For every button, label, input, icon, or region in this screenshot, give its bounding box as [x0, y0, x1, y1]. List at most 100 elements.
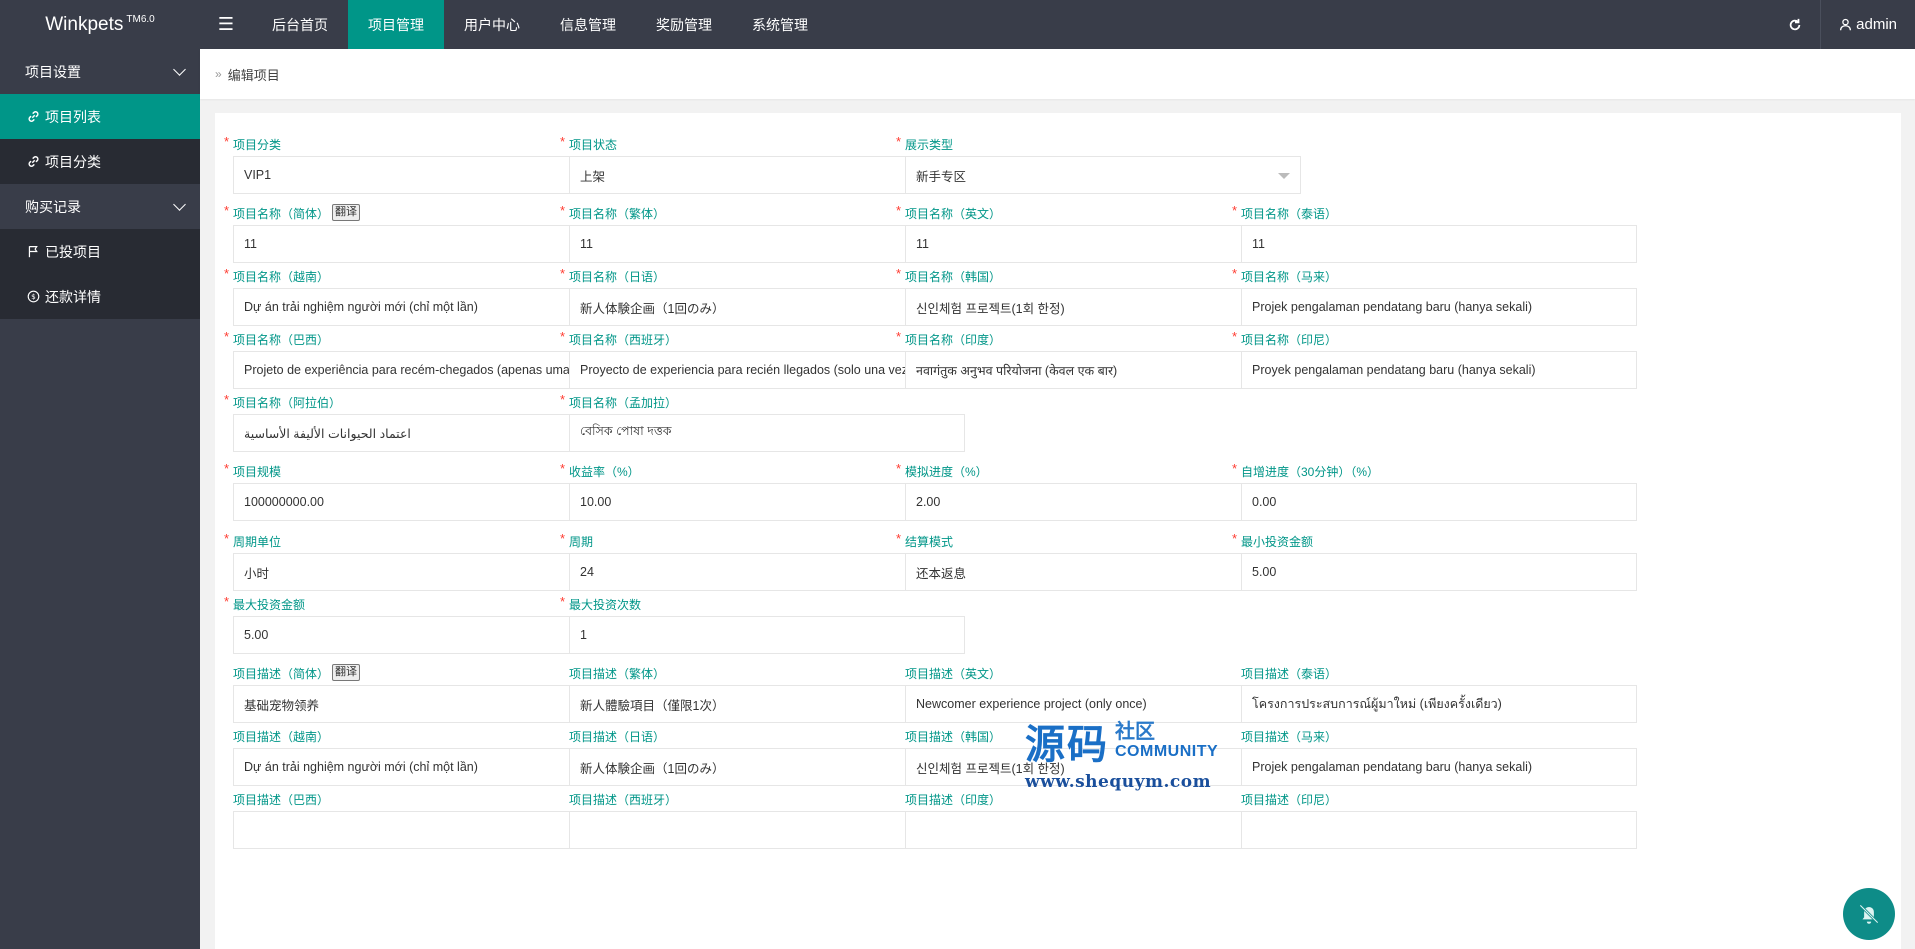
field-label-text: 项目规模: [233, 465, 282, 479]
input-value: 5.00: [1252, 565, 1277, 579]
sidebar-item-1-1[interactable]: $ 还款详情: [0, 274, 200, 319]
watermark-cn: 源码: [1025, 722, 1109, 768]
field-label-text: 项目名称（简体）: [233, 207, 330, 221]
field-label: 项目描述（泰语）: [1241, 665, 1637, 681]
field-label-text: 结算模式: [905, 535, 954, 549]
field-label-text: 周期单位: [233, 535, 282, 549]
text-input[interactable]: 1: [569, 616, 965, 654]
field-label: * 项目名称（泰语）: [1232, 203, 1637, 221]
required-marker: *: [896, 134, 902, 149]
field-label-text: 项目分类: [233, 138, 282, 152]
sidebar-item-0-0[interactable]: 项目列表: [0, 94, 200, 139]
app-logo[interactable]: Winkpets TM6.0: [0, 0, 200, 49]
top-header: Winkpets TM6.0 ☰ 后台首页 项目管理 用户中心 信息管理 奖励管理 系统管理…: [0, 0, 1915, 49]
field-label-text: 项目描述（印尼）: [1241, 793, 1338, 807]
top-nav-item-5[interactable]: 系统管理: [732, 0, 828, 49]
text-input[interactable]: [1241, 811, 1637, 849]
top-nav-item-0[interactable]: 后台首页: [252, 0, 348, 49]
text-input[interactable]: Projek pengalaman pendatang baru (hanya …: [1241, 288, 1637, 326]
text-input[interactable]: বেসিক পোষা দত্তক: [569, 414, 965, 452]
top-nav-item-2[interactable]: 用户中心: [444, 0, 540, 49]
required-marker: *: [560, 203, 566, 218]
field-label-text: 收益率（%）: [569, 465, 640, 479]
top-nav-item-4[interactable]: 奖励管理: [636, 0, 732, 49]
field-label-text: 最大投资次数: [569, 598, 642, 612]
translate-button[interactable]: 翻译: [332, 664, 361, 681]
form-field-30: 项目描述（泰语） โครงการประสบการณ์ผู้มาใหม่ (เพีย…: [1241, 665, 1637, 723]
form-field-24: * 最小投资金额 5.00: [1232, 531, 1637, 591]
input-value: Projek pengalaman pendatang baru (hanya …: [1252, 760, 1533, 774]
top-nav-item-3[interactable]: 信息管理: [540, 0, 636, 49]
user-menu[interactable]: admin: [1821, 0, 1915, 49]
field-label-text: 项目名称（泰语）: [1241, 207, 1338, 221]
field-label-text: 项目名称（日语）: [569, 270, 666, 284]
input-value: 新人體驗項目（僅限1次）: [580, 698, 725, 713]
input-value: Proyecto de experiencia para recién lleg…: [580, 363, 913, 377]
floating-action-button[interactable]: [1843, 888, 1895, 940]
watermark-community: COMMUNITY: [1115, 743, 1219, 760]
input-value: اعتماد الحيوانات الأليفة الأساسية: [244, 426, 411, 441]
field-label-text: 项目描述（日语）: [569, 730, 666, 744]
field-label-text: 最小投资金额: [1241, 535, 1314, 549]
required-marker: *: [560, 329, 566, 344]
refresh-button[interactable]: [1770, 0, 1820, 49]
input-value: नवागंतुक अनुभव परियोजना (केवल एक बार): [916, 363, 1118, 378]
field-label-text: 项目描述（简体）: [233, 667, 330, 681]
sidebar-item-0-1[interactable]: 项目分类: [0, 139, 200, 184]
field-label-text: 项目描述（西班牙）: [569, 793, 678, 807]
input-value: โครงการประสบการณ์ผู้มาใหม่ (เพียงครั้งเด…: [1252, 697, 1502, 711]
field-label-text: 项目描述（泰语）: [1241, 667, 1338, 681]
field-label-text: 最大投资金额: [233, 598, 306, 612]
select-value: 还本返息: [916, 566, 967, 581]
translate-button[interactable]: 翻译: [332, 204, 361, 221]
required-marker: *: [560, 134, 566, 149]
logo-text: Winkpets: [45, 13, 124, 35]
user-icon: [1840, 18, 1852, 31]
required-marker: *: [896, 461, 902, 476]
input-value: 10.00: [580, 495, 612, 509]
sidebar-group-0[interactable]: 项目设置: [0, 49, 200, 94]
sidebar-item-label: 项目分类: [45, 153, 101, 170]
logo-version: TM6.0: [126, 14, 155, 25]
required-marker: *: [1232, 531, 1238, 546]
sidebar-item-label: 已投项目: [45, 243, 101, 260]
field-label: * 项目名称（印尼）: [1232, 329, 1637, 347]
text-input[interactable]: 5.00: [1241, 553, 1637, 591]
select-field[interactable]: 新手专区: [905, 156, 1301, 194]
input-value: 新人体験企画（1回のみ）: [580, 761, 725, 776]
required-marker: *: [1232, 266, 1238, 281]
input-value: 11: [1252, 237, 1265, 251]
required-marker: *: [224, 531, 230, 546]
field-label-text: 项目名称（西班牙）: [569, 333, 678, 347]
top-nav-item-1[interactable]: 项目管理: [348, 0, 444, 49]
field-label-text: 项目描述（英文）: [905, 667, 1002, 681]
breadcrumb: » 编辑项目: [200, 49, 1915, 99]
menu-toggle-button[interactable]: ☰: [200, 0, 252, 49]
watermark-main: 源码 社区 COMMUNITY: [1025, 712, 1218, 770]
form-field-34: 项目描述（马来） Projek pengalaman pendatang baru…: [1241, 728, 1637, 786]
required-marker: *: [224, 461, 230, 476]
text-input[interactable]: Proyek pengalaman pendatang baru (hanya …: [1241, 351, 1637, 389]
input-value: 11: [916, 237, 929, 251]
text-input[interactable]: 0.00: [1241, 483, 1637, 521]
bell-off-icon: [1859, 904, 1879, 924]
field-label-text: 项目名称（巴西）: [233, 333, 330, 347]
required-marker: *: [224, 134, 230, 149]
text-input[interactable]: Projek pengalaman pendatang baru (hanya …: [1241, 748, 1637, 786]
input-value: 0.00: [1252, 495, 1277, 509]
sidebar-group-1[interactable]: 购买记录: [0, 184, 200, 229]
text-input[interactable]: 11: [1241, 225, 1637, 263]
form-field-14: * 项目名称（印尼） Proyek pengalaman pendatang bar…: [1232, 329, 1637, 389]
required-marker: *: [224, 594, 230, 609]
select-value: 新手专区: [916, 169, 967, 184]
field-label-text: 项目名称（孟加拉）: [569, 396, 678, 410]
input-value: 신인체험 프로젝트(1회 한정): [916, 301, 1065, 316]
input-value: 新人体験企画（1回のみ）: [580, 301, 725, 316]
field-label-text: 项目名称（繁体）: [569, 207, 666, 221]
input-value: 11: [580, 237, 593, 251]
field-label: * 项目名称（马来）: [1232, 266, 1637, 284]
sidebar-item-1-0[interactable]: 已投项目: [0, 229, 200, 274]
field-label: * 自增进度（30分钟）（%）: [1232, 461, 1637, 479]
text-input[interactable]: โครงการประสบการณ์ผู้มาใหม่ (เพียงครั้งเด…: [1241, 685, 1637, 723]
field-label-text: 项目名称（阿拉伯）: [233, 396, 342, 410]
